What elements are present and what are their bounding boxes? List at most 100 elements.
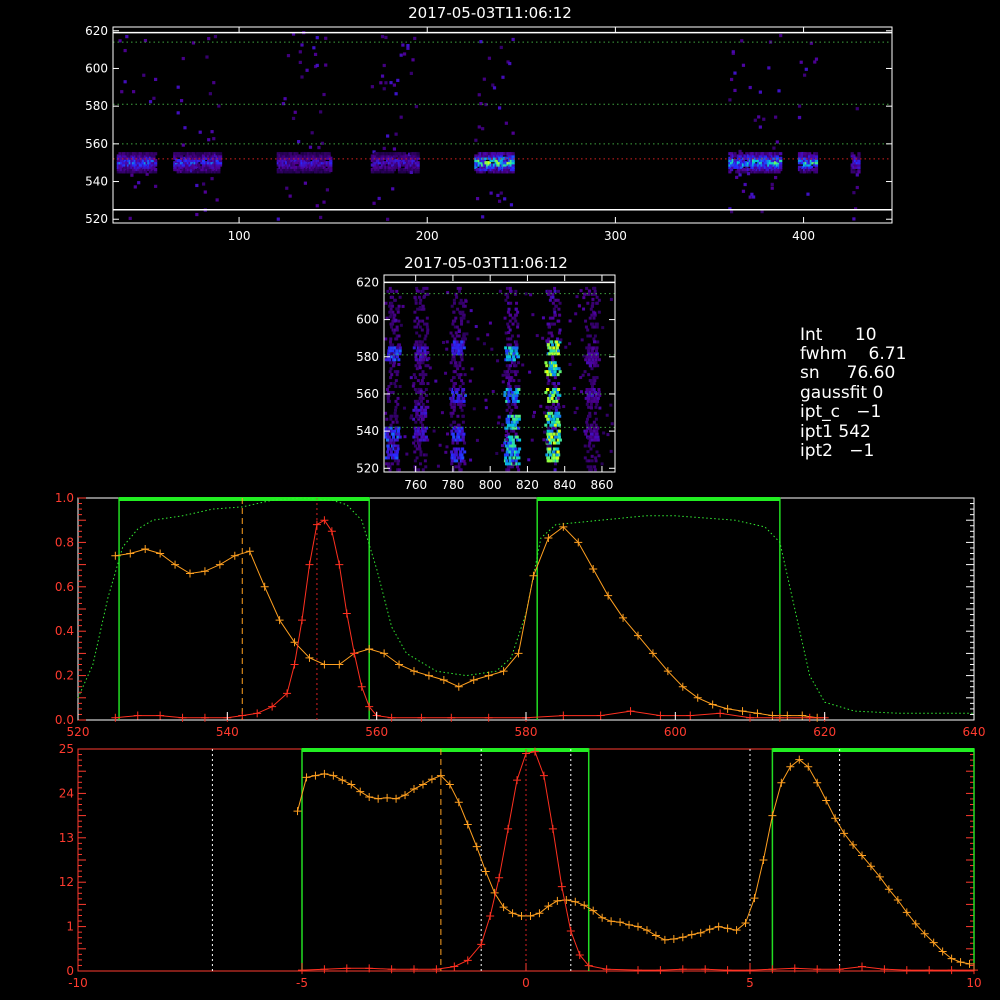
- profile-wavelength-plot: 520 540 560 580 600 620 640 0.0 0.2 0.4 0.6 0.8 1.0: [55, 491, 986, 739]
- y-tick-label: 0.6: [55, 580, 74, 594]
- streak-pixel: [455, 295, 459, 299]
- streak-pixel: [544, 361, 548, 365]
- streak-pixel: [584, 432, 588, 436]
- streak-pixel: [421, 417, 425, 421]
- streak-pixel: [421, 396, 425, 400]
- noise-pixel: [532, 410, 536, 414]
- data-point: [616, 918, 625, 927]
- x-tick-label: 860: [591, 478, 614, 492]
- streak-pixel: [513, 361, 517, 365]
- noise-pixel: [411, 384, 415, 388]
- noise-pixel: [415, 289, 419, 293]
- streak-pixel: [545, 453, 549, 457]
- noise-pixel: [427, 356, 431, 360]
- streak-pixel: [593, 286, 597, 290]
- data-point: [768, 711, 777, 720]
- data-point: [238, 711, 247, 720]
- data-point: [557, 882, 566, 891]
- sparse-pixel: [503, 197, 507, 201]
- streak-pixel: [551, 301, 555, 305]
- streak-pixel: [512, 358, 516, 362]
- streak-pixel: [586, 328, 590, 332]
- sparse-pixel: [329, 168, 333, 173]
- streak-pixel: [505, 286, 509, 290]
- streak-pixel: [394, 417, 398, 421]
- streak-pixel: [458, 286, 462, 290]
- series-line-0: [77, 497, 974, 714]
- sparse-pixel: [319, 215, 323, 220]
- streak-pixel: [462, 316, 466, 320]
- noise-pixel: [509, 376, 513, 380]
- bright-band-7: [850, 107, 861, 221]
- streak-pixel: [415, 456, 419, 460]
- data-point: [450, 962, 459, 971]
- x-tick-label: 520: [67, 725, 90, 739]
- streak-pixel: [514, 396, 518, 400]
- streak-pixel: [511, 426, 515, 430]
- streak-pixel: [387, 453, 391, 457]
- streak-pixel: [424, 373, 428, 377]
- streak-pixel: [583, 370, 587, 374]
- y-tick-label: 0.4: [55, 624, 74, 638]
- streak-pixel: [388, 304, 392, 308]
- streak-pixel: [517, 355, 521, 359]
- streak-pixel: [389, 438, 393, 442]
- data-point: [723, 924, 732, 933]
- y-tick-label: 520: [85, 212, 108, 226]
- streak-pixel: [461, 435, 465, 439]
- streak-pixel: [584, 358, 588, 362]
- sparse-pixel: [748, 195, 752, 199]
- streak-pixel: [552, 307, 556, 311]
- noise-pixel: [457, 330, 461, 334]
- data-point: [410, 667, 418, 676]
- streak-pixel: [557, 307, 561, 311]
- streak-pixel: [597, 310, 601, 314]
- streak-pixel: [514, 307, 518, 311]
- streak-pixel: [391, 432, 395, 436]
- series-markers-1: [298, 747, 978, 975]
- streak-pixel: [421, 370, 425, 374]
- streak-pixel: [555, 399, 559, 403]
- streak-pixel: [462, 346, 466, 350]
- sparse-pixel: [202, 182, 206, 186]
- sparse-pixel: [735, 175, 739, 179]
- bright-band-4: [474, 37, 515, 219]
- sparse-pixel: [758, 125, 762, 129]
- streak-pixel: [414, 355, 418, 359]
- streak-pixel: [412, 417, 416, 421]
- spectrogram-top-title: 2017-05-03T11:06:12: [408, 4, 572, 22]
- streak-pixel: [396, 370, 400, 374]
- streak-pixel: [551, 355, 555, 359]
- data-point: [504, 824, 513, 833]
- noise-pixel: [434, 379, 438, 383]
- streak-pixel: [452, 405, 456, 409]
- noise-pixel: [568, 362, 572, 366]
- streak-pixel: [395, 420, 399, 424]
- data-point: [607, 917, 616, 926]
- noise-pixel: [422, 294, 426, 298]
- sparse-pixel: [386, 217, 390, 221]
- noise-pixel: [543, 430, 547, 434]
- data-point: [338, 776, 347, 785]
- bright-band-5: [728, 33, 783, 214]
- noise-pixel: [459, 312, 463, 316]
- streak-pixel: [506, 322, 510, 326]
- streak-pixel: [556, 343, 560, 347]
- data-point: [701, 965, 710, 974]
- sparse-pixel: [145, 172, 149, 176]
- streak-pixel: [421, 376, 425, 380]
- streak-pixel: [455, 459, 459, 463]
- streak-pixel: [454, 364, 458, 368]
- data-point: [230, 551, 239, 560]
- heatmap-pixels: [116, 31, 861, 221]
- streak-pixel: [460, 319, 464, 323]
- noise-pixel: [547, 325, 551, 329]
- streak-pixel: [588, 441, 592, 445]
- streak-pixel: [584, 325, 588, 329]
- sparse-pixel: [142, 73, 146, 77]
- data-point: [880, 965, 889, 974]
- noise-pixel: [590, 406, 594, 410]
- streak-pixel: [506, 462, 510, 466]
- streak-pixel: [389, 453, 393, 457]
- streak-pixel: [585, 355, 589, 359]
